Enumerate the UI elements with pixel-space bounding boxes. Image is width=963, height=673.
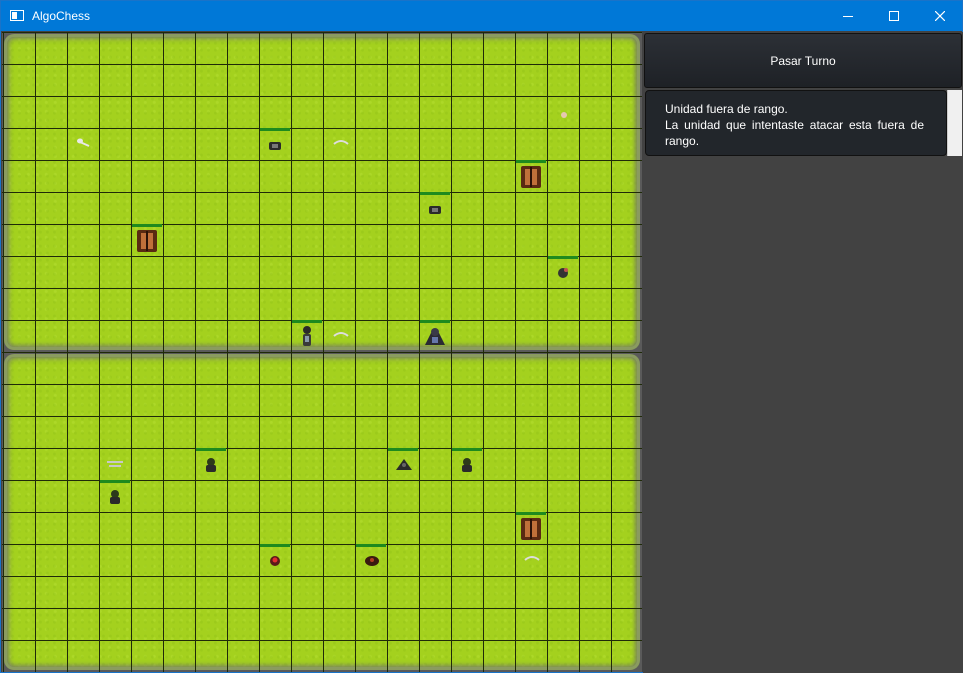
health-bar	[100, 480, 130, 483]
close-icon	[935, 11, 945, 21]
bone-decoration-icon	[107, 461, 123, 467]
board-grid[interactable]	[2, 32, 642, 352]
bone-decoration-icon	[524, 556, 540, 561]
soldier-icon	[110, 490, 120, 504]
app-window: AlgoChess Pasar Turno Unidad fuera de ra…	[0, 0, 963, 673]
unit-soldier[interactable]	[259, 128, 291, 160]
soldier-icon	[269, 142, 281, 150]
unit-soldier[interactable]	[419, 192, 451, 224]
unit-soldier[interactable]	[195, 448, 227, 480]
message-log: Unidad fuera de rango. La unidad que int…	[645, 90, 947, 156]
health-bar	[356, 544, 386, 547]
pass-turn-button[interactable]: Pasar Turno	[644, 33, 962, 88]
minimize-icon	[843, 16, 853, 17]
unit-catapult[interactable]	[131, 224, 163, 256]
board-player-bottom	[2, 352, 642, 672]
rider-icon	[425, 328, 445, 345]
catapult-icon	[521, 518, 541, 540]
bone-decoration-icon	[77, 138, 90, 147]
unit-rider[interactable]	[291, 320, 323, 352]
unit-soldier[interactable]	[387, 448, 419, 480]
board-player-top	[2, 32, 642, 352]
health-bar	[260, 128, 290, 131]
health-bar	[548, 256, 578, 259]
bone-decoration-icon	[333, 332, 349, 337]
unit-catapult[interactable]	[515, 512, 547, 544]
message-title: Unidad fuera de rango.	[665, 102, 788, 116]
unit-healer[interactable]	[259, 544, 291, 576]
health-bar	[420, 192, 450, 195]
health-bar	[452, 448, 482, 451]
catapult-icon	[137, 230, 157, 252]
healer-icon	[365, 556, 379, 566]
health-bar	[196, 448, 226, 451]
soldier-icon	[396, 459, 412, 470]
health-bar	[260, 544, 290, 547]
bone-decoration-icon	[561, 112, 567, 118]
app-icon	[10, 10, 24, 21]
rider-icon	[303, 326, 311, 346]
soldier-icon	[206, 458, 216, 472]
unit-rider[interactable]	[419, 320, 451, 352]
bone-decoration-icon	[333, 140, 349, 145]
maximize-icon	[889, 11, 899, 21]
health-bar	[420, 320, 450, 323]
healer-icon	[270, 556, 280, 566]
unit-soldier[interactable]	[451, 448, 483, 480]
health-bar	[388, 448, 418, 451]
message-body: La unidad que intentaste atacar esta fue…	[665, 118, 924, 148]
minimize-button[interactable]	[825, 1, 871, 31]
healer-icon	[558, 268, 568, 278]
side-panel: Pasar Turno Unidad fuera de rango. La un…	[643, 32, 963, 673]
window-title: AlgoChess	[32, 9, 91, 23]
title-bar[interactable]: AlgoChess	[1, 1, 962, 31]
unit-soldier[interactable]	[99, 480, 131, 512]
unit-healer[interactable]	[547, 256, 579, 288]
message-scrollbar[interactable]	[947, 90, 962, 156]
close-button[interactable]	[917, 1, 963, 31]
maximize-button[interactable]	[871, 1, 917, 31]
catapult-icon	[521, 166, 541, 188]
unit-healer[interactable]	[355, 544, 387, 576]
unit-catapult[interactable]	[515, 160, 547, 192]
health-bar	[292, 320, 322, 323]
soldier-icon	[462, 458, 472, 472]
soldier-icon	[429, 206, 441, 214]
